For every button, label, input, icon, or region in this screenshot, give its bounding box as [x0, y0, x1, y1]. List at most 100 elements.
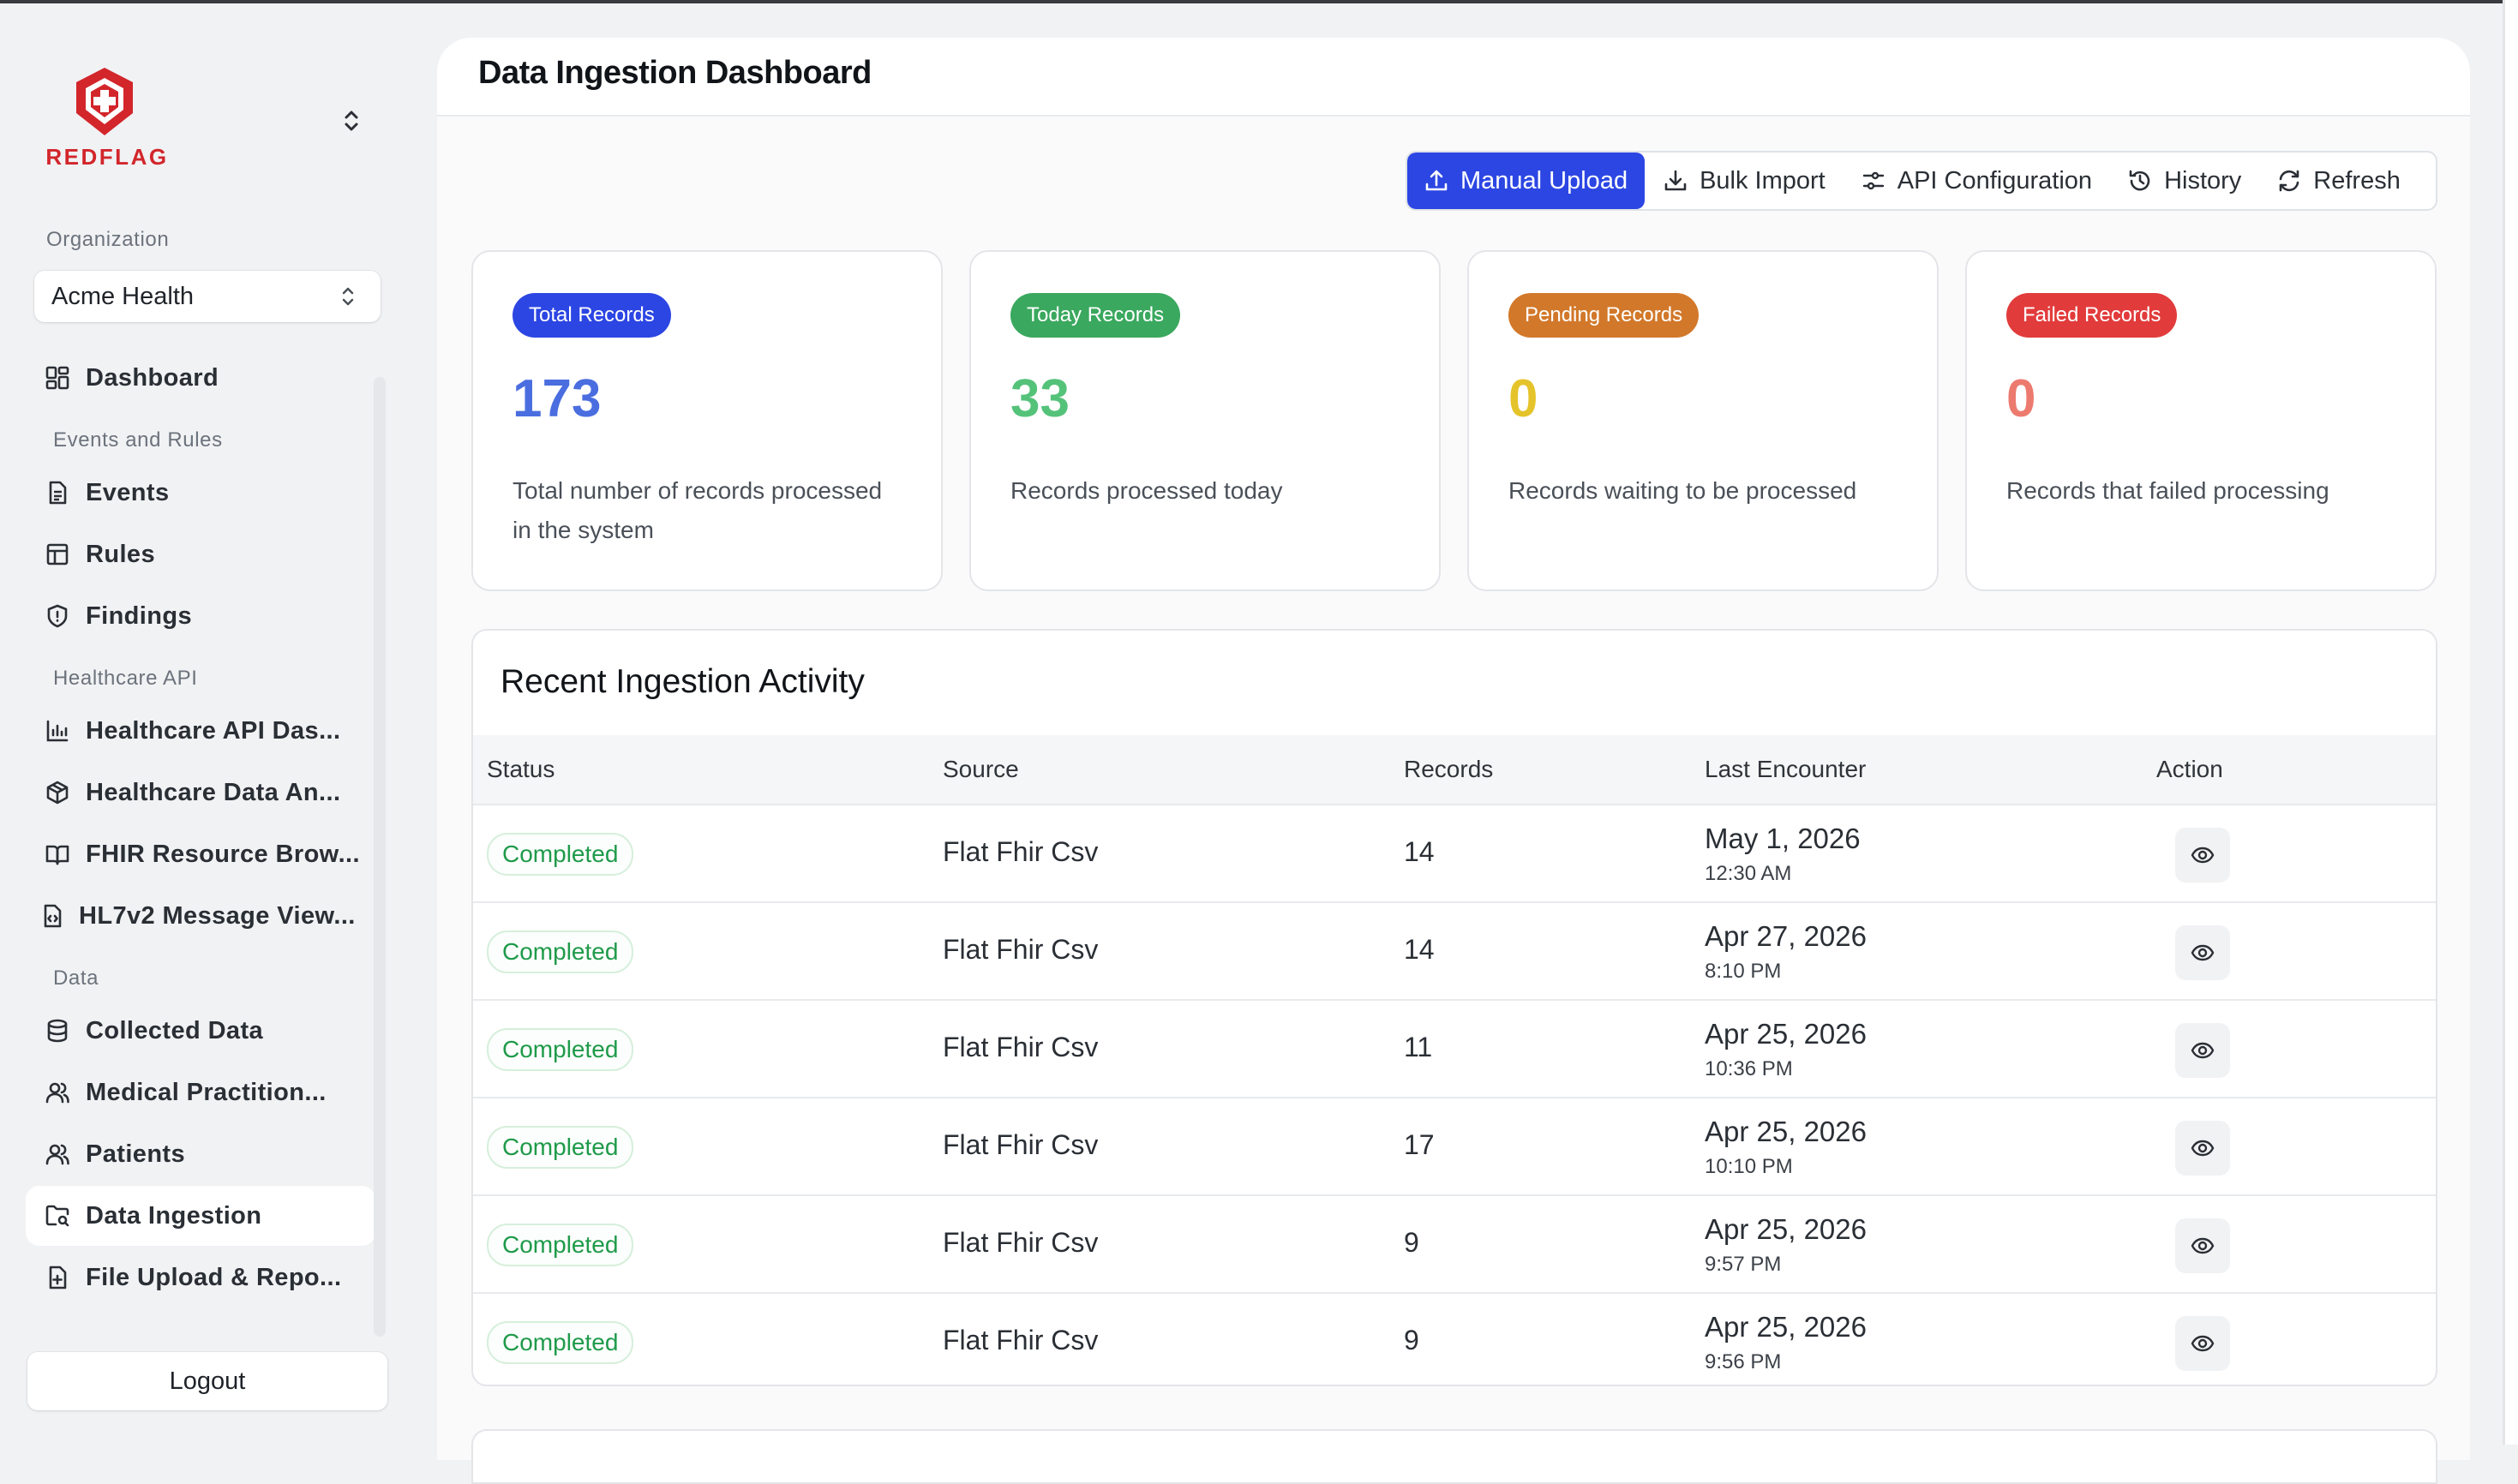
refresh-button[interactable]: Refresh: [2258, 153, 2418, 209]
last-encounter-time: 10:10 PM: [1705, 1155, 1793, 1178]
last-encounter-time: 9:56 PM: [1705, 1350, 1782, 1373]
sidebar-item-fhir-resource-browser[interactable]: FHIR Resource Brow...: [26, 824, 375, 884]
page-header: Data Ingestion Dashboard: [437, 38, 2470, 117]
sidebar-item-label: Medical Practition...: [86, 1078, 327, 1106]
sidebar-item-healthcare-data-analytics[interactable]: Healthcare Data An...: [26, 763, 375, 823]
redflag-shield-icon: [76, 68, 133, 135]
history-button[interactable]: History: [2109, 153, 2258, 209]
section-label-events-rules: Events and Rules: [53, 428, 223, 452]
stat-description: Total number of records processed in the…: [513, 477, 883, 543]
sidebar-item-label: Data Ingestion: [86, 1201, 262, 1230]
source-cell: Flat Fhir Csv: [943, 934, 1099, 965]
last-encounter-date: Apr 25, 2026: [1705, 1311, 1867, 1343]
sidebar-item-label: File Upload & Repo...: [86, 1263, 342, 1291]
refresh-label: Refresh: [2313, 166, 2401, 194]
sidebar-item-findings[interactable]: Findings: [26, 586, 375, 646]
table-row: Completed Flat Fhir Csv 9 Apr 25, 2026 9:57 …: [473, 1194, 2436, 1294]
users-icon: [43, 1140, 72, 1169]
document-icon: [43, 478, 72, 507]
chevrons-up-down-icon[interactable]: [339, 108, 363, 134]
sidebar-item-label: Collected Data: [86, 1016, 264, 1044]
status-badge: Completed: [487, 833, 634, 876]
table-row: Completed Flat Fhir Csv 9 Apr 25, 2026 9:56 …: [473, 1292, 2436, 1385]
table-row: Completed Flat Fhir Csv 17 Apr 25, 2026 10:1…: [473, 1097, 2436, 1196]
window-right-edge: [2503, 0, 2518, 1445]
logout-button[interactable]: Logout: [27, 1352, 387, 1410]
chevrons-up-down-icon: [338, 284, 358, 313]
column-header-source: Source: [943, 756, 1019, 782]
eye-icon: [2190, 1331, 2215, 1356]
column-header-last-encounter: Last Encounter: [1705, 756, 1867, 782]
download-icon: [1662, 167, 1689, 194]
bulk-import-button[interactable]: Bulk Import: [1645, 153, 1843, 209]
section-label-healthcare-api: Healthcare API: [53, 667, 198, 690]
last-encounter-time: 12:30 AM: [1705, 862, 1792, 885]
view-details-button[interactable]: [2175, 1121, 2230, 1176]
sidebar-item-hl7v2-message-viewer[interactable]: HL7v2 Message View...: [26, 886, 375, 946]
upload-icon: [1423, 167, 1450, 194]
sidebar: REDFLAG Organization Acme Health Dashboa…: [0, 3, 429, 1445]
status-badge: Completed: [487, 1321, 634, 1364]
manual-upload-label: Manual Upload: [1460, 166, 1628, 194]
sidebar-item-rules[interactable]: Rules: [26, 524, 375, 584]
sidebar-item-label: FHIR Resource Brow...: [86, 840, 360, 868]
database-icon: [43, 1016, 72, 1045]
brand-name: REDFLAG: [45, 144, 169, 170]
sidebar-item-events[interactable]: Events: [26, 463, 375, 523]
sidebar-scrollbar[interactable]: [374, 377, 386, 1337]
file-plus-icon: [43, 1263, 72, 1292]
source-cell: Flat Fhir Csv: [943, 1129, 1099, 1160]
status-badge: Total Records: [513, 293, 671, 338]
last-encounter-time: 8:10 PM: [1705, 960, 1782, 983]
view-details-button[interactable]: [2175, 1316, 2230, 1371]
last-encounter-date: Apr 25, 2026: [1705, 1116, 1867, 1147]
table-row: Completed Flat Fhir Csv 11 Apr 25, 2026 10:3…: [473, 999, 2436, 1098]
sidebar-item-label: Healthcare Data An...: [86, 778, 341, 806]
stat-value: 173: [513, 369, 602, 428]
source-cell: Flat Fhir Csv: [943, 1325, 1099, 1355]
last-encounter-date: Apr 27, 2026: [1705, 920, 1867, 952]
sidebar-item-collected-data[interactable]: Collected Data: [26, 1001, 375, 1061]
stat-description: Records waiting to be processed: [1508, 477, 1857, 504]
organization-select[interactable]: Acme Health: [34, 271, 381, 322]
sidebar-item-dashboard[interactable]: Dashboard: [26, 348, 375, 408]
sidebar-item-medical-practitioners[interactable]: Medical Practition...: [26, 1062, 375, 1122]
status-badge: Completed: [487, 1224, 634, 1266]
sidebar-item-label: Patients: [86, 1140, 186, 1168]
sidebar-item-label: Healthcare API Das...: [86, 716, 341, 745]
section-label-data: Data: [53, 966, 99, 990]
stat-card-pending-records: Pending Records 0 Records waiting to be …: [1467, 250, 1939, 591]
view-details-button[interactable]: [2175, 1218, 2230, 1273]
history-icon: [2126, 167, 2154, 194]
sidebar-item-label: Dashboard: [86, 363, 219, 392]
status-badge: Pending Records: [1508, 293, 1700, 338]
view-details-button[interactable]: [2175, 925, 2230, 980]
table-header: Status Source Records Last Encounter Act…: [473, 735, 2436, 804]
table-row: Completed Flat Fhir Csv 14 May 1, 2026 12:30…: [473, 804, 2436, 903]
status-badge: Completed: [487, 930, 634, 973]
table-row: Completed Flat Fhir Csv 14 Apr 27, 2026 8:10…: [473, 901, 2436, 1001]
stat-card-total-records: Total Records 173 Total number of record…: [471, 250, 943, 591]
eye-icon: [2190, 1135, 2215, 1161]
main-panel: Data Ingestion Dashboard Manual Upload B…: [437, 38, 2470, 1484]
api-configuration-button[interactable]: API Configuration: [1843, 153, 2109, 209]
sidebar-item-patients[interactable]: Patients: [26, 1124, 375, 1184]
view-details-button[interactable]: [2175, 1023, 2230, 1078]
sidebar-item-label: Events: [86, 478, 170, 506]
eye-icon: [2190, 940, 2215, 966]
sidebar-item-data-ingestion[interactable]: Data Ingestion: [26, 1186, 375, 1246]
column-header-action: Action: [2156, 756, 2223, 782]
manual-upload-button[interactable]: Manual Upload: [1407, 153, 1646, 209]
sidebar-item-label: Findings: [86, 601, 193, 630]
records-cell: 9: [1404, 1227, 1419, 1258]
last-encounter-date: Apr 25, 2026: [1705, 1018, 1867, 1050]
records-cell: 14: [1404, 934, 1435, 965]
sidebar-item-healthcare-api-dashboard[interactable]: Healthcare API Das...: [26, 701, 375, 761]
sidebar-item-file-upload-reports[interactable]: File Upload & Repo...: [26, 1248, 375, 1307]
stat-description: Records processed today: [1010, 477, 1283, 504]
last-encounter-date: Apr 25, 2026: [1705, 1213, 1867, 1245]
eye-icon: [2190, 842, 2215, 868]
box-icon: [43, 778, 72, 807]
last-encounter-date: May 1, 2026: [1705, 823, 1861, 854]
view-details-button[interactable]: [2175, 828, 2230, 883]
